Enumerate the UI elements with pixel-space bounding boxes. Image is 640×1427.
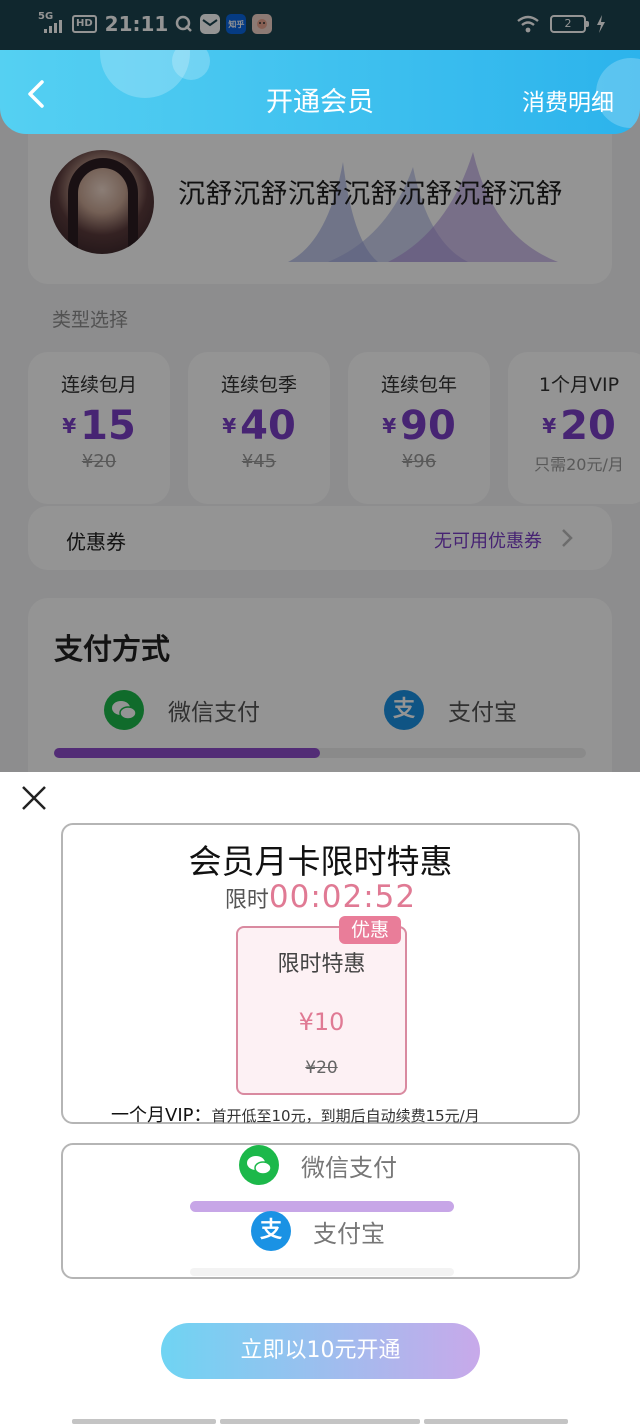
discount-badge: 优惠 [339,916,401,944]
activate-button[interactable]: 立即以10元开通 [161,1323,480,1379]
transactions-link[interactable]: 消费明细 [522,83,614,117]
modal-payment-label-wechat: 微信支付 [301,1153,397,1182]
offer-card: 会员月卡限时特惠 限时00:02:52 优惠 限时特惠 ¥10 ¥20 一个月V… [61,823,580,1127]
modal-payment-option-wechat[interactable]: 微信支付 [239,1145,397,1185]
offer-note: 一个月VIP：首开低至10元，到期后自动续费15元/月 [111,1101,480,1127]
modal-payment-card: 微信支付 支 支付宝 [61,1143,580,1279]
offer-note-detail: 首开低至10元，到期后自动续费15元/月 [211,1107,480,1125]
countdown-timer: 00:02:52 [268,879,417,915]
offer-modal: 会员月卡限时特惠 限时00:02:52 优惠 限时特惠 ¥10 ¥20 一个月V… [0,772,640,1427]
modal-payment-label-alipay: 支付宝 [313,1219,385,1248]
deal-card[interactable]: 优惠 限时特惠 ¥10 ¥20 [236,916,407,1095]
modal-payment-option-alipay[interactable]: 支 支付宝 [251,1211,385,1251]
deal-price: ¥10 [298,1008,345,1036]
gesture-bar [0,1413,640,1427]
close-icon[interactable] [20,784,48,812]
wechat-icon [239,1145,279,1185]
alipay-icon: 支 [251,1211,291,1251]
deal-original-price: ¥20 [305,1058,338,1078]
offer-note-label: 一个月VIP： [111,1105,212,1126]
offer-title: 会员月卡限时特惠 [188,842,453,881]
countdown: 限时00:02:52 [63,879,578,915]
header-bar: 开通会员 消费明细 [0,50,640,134]
countdown-label: 限时 [224,888,269,913]
modal-payment-indicator-track [190,1268,454,1276]
deal-name: 限时特惠 [277,952,366,977]
